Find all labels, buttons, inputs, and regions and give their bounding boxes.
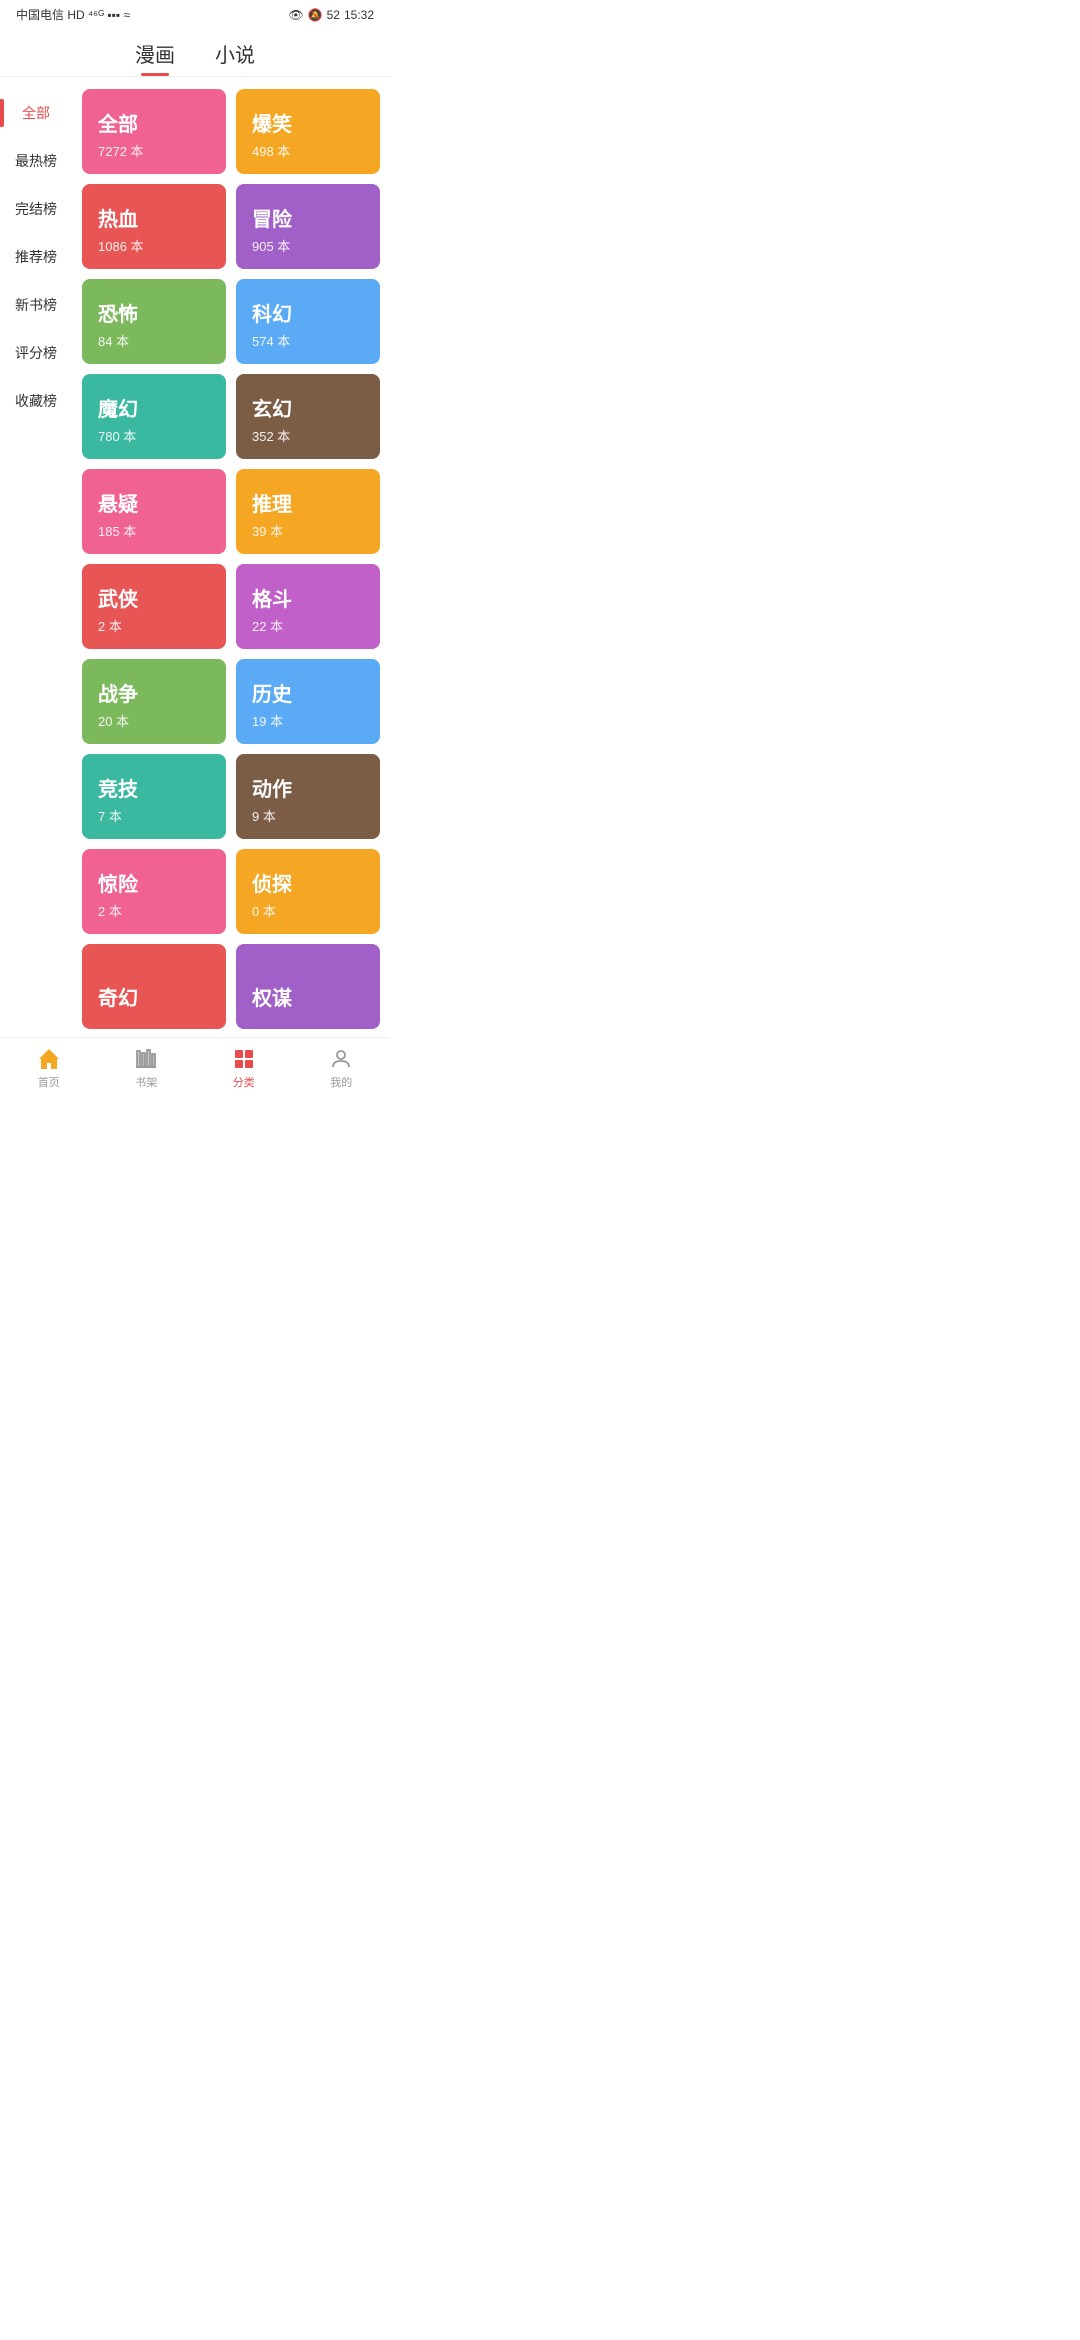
nav-bookshelf-label: 书架: [135, 1074, 157, 1090]
sidebar-item-complete[interactable]: 完结榜: [0, 185, 72, 233]
sidebar-item-recommend[interactable]: 推荐榜: [0, 233, 72, 281]
sidebar-item-rating[interactable]: 评分榜: [0, 329, 72, 377]
nav-bookshelf[interactable]: 书架: [98, 1046, 196, 1090]
tab-manga[interactable]: 漫画: [135, 39, 175, 76]
time-text: 15:32: [344, 8, 374, 22]
category-card-14[interactable]: 竞技 7 本: [82, 754, 226, 839]
sidebar: 全部 最热榜 完结榜 推荐榜 新书榜 评分榜 收藏榜: [0, 81, 72, 1037]
category-card-0[interactable]: 全部 7272 本: [82, 89, 226, 174]
category-name: 全部: [98, 108, 210, 137]
categories-icon: [231, 1046, 257, 1072]
sidebar-item-all[interactable]: 全部: [0, 89, 72, 137]
category-card-12[interactable]: 战争 20 本: [82, 659, 226, 744]
category-name: 恐怖: [98, 298, 210, 327]
nav-home-label: 首页: [38, 1074, 60, 1090]
nav-categories-label: 分类: [233, 1074, 255, 1090]
category-card-11[interactable]: 格斗 22 本: [236, 564, 380, 649]
categories-grid: 全部 7272 本 爆笑 498 本 热血 1086 本 冒险 905 本 恐怖…: [72, 81, 390, 1037]
category-name: 武侠: [98, 583, 210, 612]
category-count: 84 本: [98, 331, 210, 350]
category-count: 0 本: [252, 901, 364, 920]
category-count: 185 本: [98, 521, 210, 540]
category-name: 魔幻: [98, 393, 210, 422]
bookshelf-icon: [133, 1046, 159, 1072]
category-name: 推理: [252, 488, 364, 517]
category-name: 科幻: [252, 298, 364, 327]
category-name: 悬疑: [98, 488, 210, 517]
category-name: 战争: [98, 678, 210, 707]
category-count: 352 本: [252, 426, 364, 445]
category-card-3[interactable]: 冒险 905 本: [236, 184, 380, 269]
bell-icon: 🔕: [308, 8, 323, 22]
sidebar-item-new[interactable]: 新书榜: [0, 281, 72, 329]
category-count: 39 本: [252, 521, 364, 540]
category-count: 498 本: [252, 141, 364, 160]
category-count: 2 本: [98, 901, 210, 920]
category-count: 9 本: [252, 806, 364, 825]
eye-icon: 👁: [288, 8, 303, 22]
category-count: 905 本: [252, 236, 364, 255]
category-count: 1086 本: [98, 236, 210, 255]
category-count: 574 本: [252, 331, 364, 350]
category-card-4[interactable]: 恐怖 84 本: [82, 279, 226, 364]
category-name: 格斗: [252, 583, 364, 612]
category-card-13[interactable]: 历史 19 本: [236, 659, 380, 744]
nav-profile[interactable]: 我的: [293, 1046, 391, 1090]
category-card-2[interactable]: 热血 1086 本: [82, 184, 226, 269]
category-card-10[interactable]: 武侠 2 本: [82, 564, 226, 649]
category-card-5[interactable]: 科幻 574 本: [236, 279, 380, 364]
category-card-9[interactable]: 推理 39 本: [236, 469, 380, 554]
category-card-7[interactable]: 玄幻 352 本: [236, 374, 380, 459]
category-name: 历史: [252, 678, 364, 707]
carrier-text: 中国电信 HD ⁴⁶ᴳ ▪▪▪ ≈: [16, 6, 130, 23]
category-name: 权谋: [252, 982, 364, 1011]
main-content: 全部 最热榜 完结榜 推荐榜 新书榜 评分榜 收藏榜 全部 7272 本 爆笑 …: [0, 81, 390, 1037]
tab-novel[interactable]: 小说: [215, 39, 255, 76]
category-count: 780 本: [98, 426, 210, 445]
home-icon: [36, 1046, 62, 1072]
category-name: 热血: [98, 203, 210, 232]
status-right: 👁 🔕 52 15:32: [288, 8, 374, 22]
nav-profile-label: 我的: [330, 1074, 352, 1090]
category-card-15[interactable]: 动作 9 本: [236, 754, 380, 839]
category-name: 冒险: [252, 203, 364, 232]
nav-categories[interactable]: 分类: [195, 1046, 293, 1090]
category-count: 7 本: [98, 806, 210, 825]
category-name: 奇幻: [98, 982, 210, 1011]
category-count: 22 本: [252, 616, 364, 635]
category-count: 2 本: [98, 616, 210, 635]
sidebar-item-hot[interactable]: 最热榜: [0, 137, 72, 185]
battery-text: 52: [327, 8, 340, 22]
category-name: 爆笑: [252, 108, 364, 137]
profile-icon: [328, 1046, 354, 1072]
category-card-8[interactable]: 悬疑 185 本: [82, 469, 226, 554]
category-name: 竞技: [98, 773, 210, 802]
category-card-16[interactable]: 惊险 2 本: [82, 849, 226, 934]
category-name: 动作: [252, 773, 364, 802]
category-card-18[interactable]: 奇幻: [82, 944, 226, 1029]
category-name: 侦探: [252, 868, 364, 897]
category-count: 7272 本: [98, 141, 210, 160]
category-count: 19 本: [252, 711, 364, 730]
sidebar-item-favorites[interactable]: 收藏榜: [0, 377, 72, 425]
bottom-nav: 首页 书架 分类: [0, 1037, 390, 1102]
category-name: 玄幻: [252, 393, 364, 422]
category-card-17[interactable]: 侦探 0 本: [236, 849, 380, 934]
category-card-1[interactable]: 爆笑 498 本: [236, 89, 380, 174]
category-card-6[interactable]: 魔幻 780 本: [82, 374, 226, 459]
category-count: 20 本: [98, 711, 210, 730]
category-card-19[interactable]: 权谋: [236, 944, 380, 1029]
status-bar: 中国电信 HD ⁴⁶ᴳ ▪▪▪ ≈ 👁 🔕 52 15:32: [0, 0, 390, 29]
top-tabs: 漫画 小说: [0, 29, 390, 77]
category-name: 惊险: [98, 868, 210, 897]
nav-home[interactable]: 首页: [0, 1046, 98, 1090]
